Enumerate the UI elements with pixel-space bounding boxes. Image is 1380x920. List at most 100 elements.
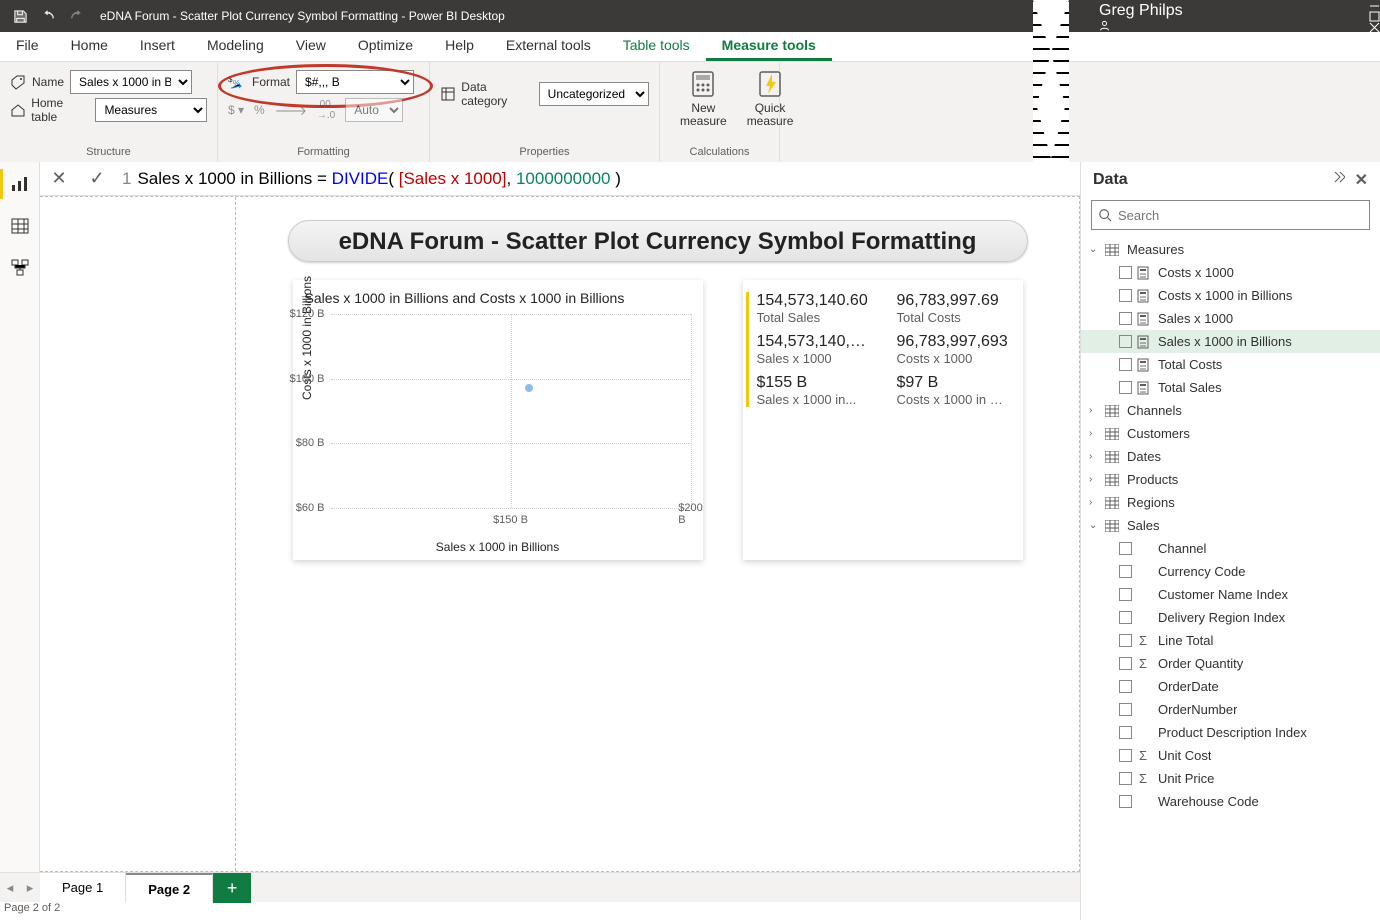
ribbon-tab-modeling[interactable]: Modeling <box>191 32 280 61</box>
undo-icon[interactable] <box>40 8 56 24</box>
field-total-costs[interactable]: Total Costs <box>1081 353 1380 376</box>
field-delivery-region-index[interactable]: Delivery Region Index <box>1081 606 1380 629</box>
next-page-icon[interactable]: ▸ <box>27 880 34 896</box>
field-unit-cost[interactable]: ΣUnit Cost <box>1081 744 1380 767</box>
data-search[interactable] <box>1091 200 1370 230</box>
report-canvas[interactable]: eDNA Forum - Scatter Plot Currency Symbo… <box>40 196 1080 872</box>
ribbon-tab-external-tools[interactable]: External tools <box>490 32 607 61</box>
minimize-button[interactable] <box>1369 0 1380 11</box>
field-checkbox[interactable] <box>1119 680 1132 693</box>
redo-icon[interactable] <box>68 8 84 24</box>
field-channel[interactable]: Channel <box>1081 537 1380 560</box>
field-checkbox[interactable] <box>1119 542 1132 555</box>
maximize-button[interactable] <box>1369 11 1380 22</box>
measure-name-select[interactable]: Sales x 1000 in Billi... <box>70 70 192 94</box>
status-bar: Page 2 of 2 <box>0 902 60 920</box>
add-page-button[interactable]: + <box>213 873 251 903</box>
field-ordernumber[interactable]: OrderNumber <box>1081 698 1380 721</box>
ribbon-tab-home[interactable]: Home <box>55 32 124 61</box>
ribbon-tab-view[interactable]: View <box>280 32 342 61</box>
field-currency-code[interactable]: Currency Code <box>1081 560 1380 583</box>
ribbon-tab-table-tools[interactable]: Table tools <box>607 32 706 61</box>
field-total-sales[interactable]: Total Sales <box>1081 376 1380 399</box>
field-unit-price[interactable]: ΣUnit Price <box>1081 767 1380 790</box>
field-checkbox[interactable] <box>1119 611 1132 624</box>
fields-tree: ⌄MeasuresCosts x 1000Costs x 1000 in Bil… <box>1081 238 1380 920</box>
report-view-button[interactable] <box>8 172 32 196</box>
field-sales-x-1000-in-billions[interactable]: Sales x 1000 in Billions <box>1081 330 1380 353</box>
page-tab[interactable]: Page 2 <box>126 873 213 903</box>
formula-commit-icon[interactable]: ✓ <box>89 168 104 189</box>
data-search-input[interactable] <box>1118 208 1363 223</box>
model-view-button[interactable] <box>8 256 32 280</box>
scatter-xlabel: Sales x 1000 in Billions <box>293 540 703 554</box>
table-sales[interactable]: ⌄Sales <box>1081 514 1380 537</box>
field-checkbox[interactable] <box>1119 634 1132 647</box>
formula-bar[interactable]: ✕ ✓ 1Sales x 1000 in Billions = DIVIDE( … <box>40 162 1080 196</box>
save-icon[interactable] <box>12 8 28 24</box>
formula-text[interactable]: 1Sales x 1000 in Billions = DIVIDE( [Sal… <box>116 169 621 189</box>
table-customers[interactable]: ›Customers <box>1081 422 1380 445</box>
ribbon-tab-measure-tools[interactable]: Measure tools <box>706 32 832 61</box>
user-badge[interactable]: Greg Philps <box>1099 2 1183 31</box>
field-checkbox[interactable] <box>1119 703 1132 716</box>
table-channels[interactable]: ›Channels <box>1081 399 1380 422</box>
field-checkbox[interactable] <box>1119 588 1132 601</box>
field-checkbox[interactable] <box>1119 657 1132 670</box>
decimal-icon[interactable]: .00→.0 <box>317 99 335 121</box>
field-costs-x-1000-in-billions[interactable]: Costs x 1000 in Billions <box>1081 284 1380 307</box>
comma-icon[interactable]: 🡒 <box>275 103 307 118</box>
formula-cancel-icon[interactable]: ✕ <box>51 168 66 189</box>
data-category-select[interactable]: Uncategorized <box>539 82 649 106</box>
currency-icon[interactable]: $ ▾ <box>228 103 244 117</box>
ribbon-tab-help[interactable]: Help <box>429 32 490 61</box>
table-dates[interactable]: ›Dates <box>1081 445 1380 468</box>
field-customer-name-index[interactable]: Customer Name Index <box>1081 583 1380 606</box>
decimals-select[interactable]: Auto <box>345 98 403 122</box>
percent-icon[interactable]: % <box>254 103 265 117</box>
field-checkbox[interactable] <box>1119 749 1132 762</box>
field-sales-x-1000[interactable]: Sales x 1000 <box>1081 307 1380 330</box>
card-visual[interactable]: 154,573,140.60Total Sales96,783,997.69To… <box>743 280 1023 560</box>
ribbon-tab-insert[interactable]: Insert <box>124 32 191 61</box>
quick-measure-button[interactable]: Quick measure <box>737 68 804 128</box>
field-checkbox[interactable] <box>1119 289 1132 302</box>
field-orderdate[interactable]: OrderDate <box>1081 675 1380 698</box>
field-checkbox[interactable] <box>1119 795 1132 808</box>
field-checkbox[interactable] <box>1119 266 1132 279</box>
data-view-button[interactable] <box>8 214 32 238</box>
close-button[interactable] <box>1369 22 1380 33</box>
scatter-visual[interactable]: Sales x 1000 in Billions and Costs x 100… <box>293 280 703 560</box>
table-products[interactable]: ›Products <box>1081 468 1380 491</box>
field-product-description-index[interactable]: Product Description Index <box>1081 721 1380 744</box>
close-pane-icon[interactable]: ✕ <box>1355 170 1368 190</box>
field-checkbox[interactable] <box>1119 335 1132 348</box>
table-measures[interactable]: ⌄Measures <box>1081 238 1380 261</box>
field-checkbox[interactable] <box>1119 726 1132 739</box>
ribbon-tab-optimize[interactable]: Optimize <box>342 32 429 61</box>
field-line-total[interactable]: ΣLine Total <box>1081 629 1380 652</box>
ribbon-group-structure: Name Sales x 1000 in Billi... Home table… <box>0 62 218 162</box>
format-string-select[interactable]: $#,,, B <box>296 70 414 94</box>
field-warehouse-code[interactable]: Warehouse Code <box>1081 790 1380 813</box>
field-costs-x-1000[interactable]: Costs x 1000 <box>1081 261 1380 284</box>
field-checkbox[interactable] <box>1119 565 1132 578</box>
group-label-structure: Structure <box>10 146 207 160</box>
scatter-point[interactable] <box>525 384 533 392</box>
data-category-icon <box>440 86 455 102</box>
table-regions[interactable]: ›Regions <box>1081 491 1380 514</box>
field-checkbox[interactable] <box>1119 358 1132 371</box>
field-checkbox[interactable] <box>1119 312 1132 325</box>
format-label: Format <box>252 75 290 89</box>
data-pane: Data ✕ ⌄MeasuresCosts x 1000Costs x 1000… <box>1080 162 1380 920</box>
ribbon-tab-file[interactable]: File <box>0 32 55 61</box>
titlebar-right: Greg Philps <box>1069 0 1380 32</box>
new-measure-button[interactable]: New measure <box>670 68 737 128</box>
field-checkbox[interactable] <box>1119 381 1132 394</box>
home-table-select[interactable]: Measures <box>95 98 207 122</box>
field-order-quantity[interactable]: ΣOrder Quantity <box>1081 652 1380 675</box>
collapse-pane-icon[interactable] <box>1331 170 1345 190</box>
field-checkbox[interactable] <box>1119 772 1132 785</box>
page-tab[interactable]: Page 1 <box>40 873 126 903</box>
prev-page-icon[interactable]: ◂ <box>7 880 14 896</box>
